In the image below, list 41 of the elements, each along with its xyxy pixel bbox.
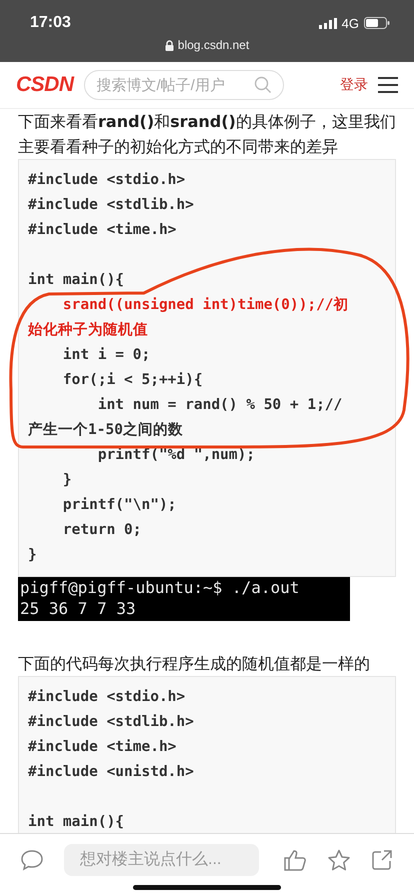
search-icon[interactable] xyxy=(254,76,272,94)
code-line: printf("\n"); xyxy=(62,496,176,515)
login-link[interactable]: 登录 xyxy=(340,76,368,94)
status-time: 17:03 xyxy=(30,14,71,32)
search-field[interactable]: 搜索博文/帖子/用户 xyxy=(84,70,284,100)
star-icon[interactable] xyxy=(327,849,351,871)
paragraph: 下面的代码每次执行程序生成的随机值都是一样的 xyxy=(18,653,371,675)
comment-field[interactable]: 想对楼主说点什么... xyxy=(64,844,259,876)
code-line: int num = rand() % 50 + 1;// xyxy=(96,396,342,415)
url-text: blog.csdn.net xyxy=(178,38,250,52)
code-line: for(;i < 5;++i){ xyxy=(62,371,203,390)
code-line: #include <unistd.h> xyxy=(28,763,194,782)
code-line: } xyxy=(28,546,37,565)
code-line: } xyxy=(62,471,72,490)
battery-icon xyxy=(364,17,390,29)
paragraph: 下面来看看rand()和srand()的具体例子，这里我们主要看看种子的初始化方式的不同带来的差异 xyxy=(18,111,396,158)
code-line: #include <stdio.h> xyxy=(28,171,186,190)
menu-icon[interactable] xyxy=(378,76,398,94)
code-line: return 0; xyxy=(62,521,142,540)
code-line: #include <time.h> xyxy=(28,221,176,240)
code-line: srand((unsigned int)time(0));//初 xyxy=(62,296,349,315)
network-label: 4G xyxy=(342,16,359,30)
code-line: #include <stdio.h> xyxy=(28,688,186,707)
terminal-line: pigff@pigff-ubuntu:~$ ./a.out xyxy=(20,577,300,598)
signal-icon xyxy=(318,18,337,28)
logo[interactable]: CSDN xyxy=(16,73,74,97)
lock-icon xyxy=(164,40,174,50)
comment-icon[interactable] xyxy=(20,849,44,871)
code-line: int i = 0; xyxy=(62,346,150,365)
code-line: 产生一个1-50之间的数 xyxy=(28,420,183,440)
code-line: int main(){ xyxy=(28,813,124,832)
terminal-line: 25 36 7 7 33 xyxy=(20,598,136,619)
code-line: int main(){ xyxy=(28,271,124,290)
code-line: #include <time.h> xyxy=(28,738,176,757)
url-bar[interactable]: blog.csdn.net xyxy=(164,38,250,52)
code-line: #include <stdlib.h> xyxy=(28,713,194,732)
code-line: 始化种子为随机值 xyxy=(28,320,148,340)
code-line: printf("%d ",num); xyxy=(96,446,255,465)
code-line: #include <stdlib.h> xyxy=(28,196,194,215)
thumbs-up-icon[interactable] xyxy=(283,849,307,871)
share-icon[interactable] xyxy=(371,849,393,871)
